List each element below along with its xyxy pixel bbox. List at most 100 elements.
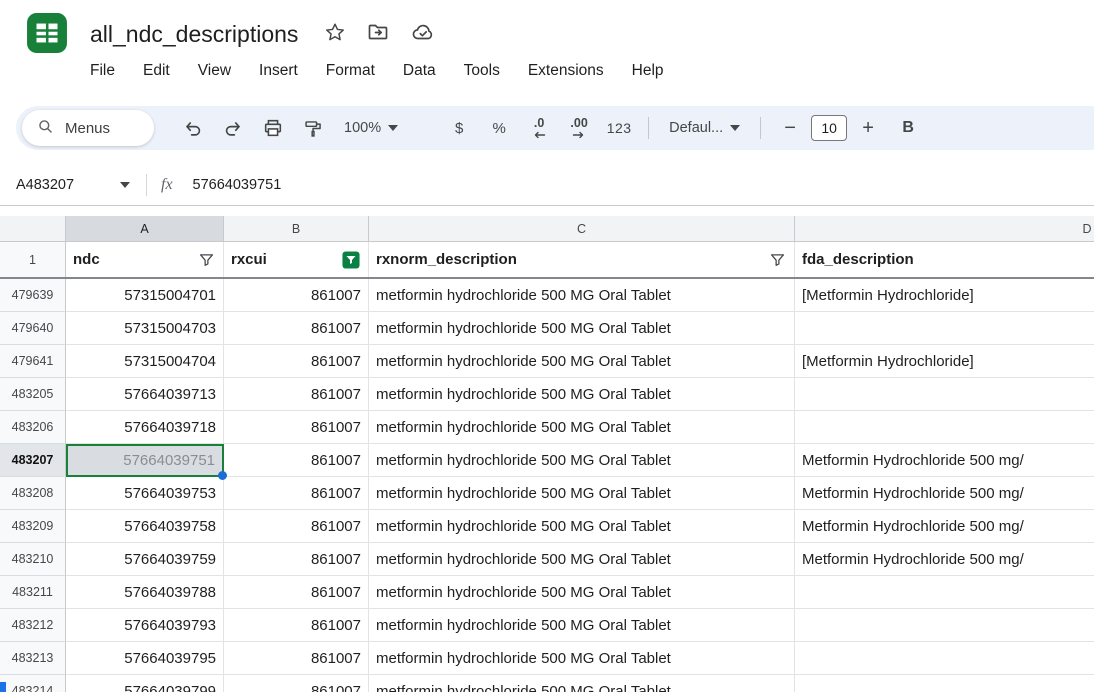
menus-search-button[interactable]: Menus (22, 110, 154, 146)
cell-rxcui-header[interactable]: rxcui (224, 242, 369, 277)
print-icon[interactable] (254, 110, 292, 146)
cell-fda-description[interactable]: [Metformin Hydrochloride] (795, 279, 1094, 312)
cell-fda-description[interactable]: Metformin Hydrochloride 500 mg/ (795, 510, 1094, 543)
more-number-formats-button[interactable]: 123 (600, 110, 638, 146)
increase-decimal-button[interactable]: .00 (560, 110, 598, 146)
column-header-d[interactable]: D (795, 216, 1094, 242)
row-header[interactable]: 479641 (0, 345, 66, 378)
cell-rxcui[interactable]: 861007 (224, 609, 369, 642)
star-icon[interactable] (324, 21, 346, 48)
cell-rxnorm-description[interactable]: metformin hydrochloride 500 MG Oral Tabl… (369, 510, 795, 543)
undo-button[interactable] (174, 110, 212, 146)
cell-rxnorm-description[interactable]: metformin hydrochloride 500 MG Oral Tabl… (369, 675, 795, 692)
cell-rxnorm-description[interactable]: metformin hydrochloride 500 MG Oral Tabl… (369, 576, 795, 609)
cell-ndc[interactable]: 57664039758 (66, 510, 224, 543)
menu-data[interactable]: Data (403, 62, 436, 80)
cell-rxcui[interactable]: 861007 (224, 510, 369, 543)
cell-fda-description[interactable]: Metformin Hydrochloride 500 mg/ (795, 444, 1094, 477)
row-header[interactable]: 483209 (0, 510, 66, 543)
cell-fda-header[interactable]: fda_description (795, 242, 1094, 277)
cell-fda-description[interactable] (795, 312, 1094, 345)
column-header-b[interactable]: B (224, 216, 369, 242)
menu-edit[interactable]: Edit (143, 62, 170, 80)
cell-rxcui[interactable]: 861007 (224, 411, 369, 444)
menu-help[interactable]: Help (632, 62, 664, 80)
row-header[interactable]: 483207 (0, 444, 66, 477)
cell-rxnorm-description[interactable]: metformin hydrochloride 500 MG Oral Tabl… (369, 411, 795, 444)
filter-icon[interactable] (198, 251, 215, 268)
cell-rxnorm-description[interactable]: metformin hydrochloride 500 MG Oral Tabl… (369, 345, 795, 378)
row-header[interactable]: 483214 (0, 675, 66, 692)
cell-rxcui[interactable]: 861007 (224, 675, 369, 692)
column-header-c[interactable]: C (369, 216, 795, 242)
row-header[interactable]: 483212 (0, 609, 66, 642)
cell-ndc[interactable]: 57664039788 (66, 576, 224, 609)
bold-button[interactable]: B (889, 110, 927, 146)
cell-rxcui[interactable]: 861007 (224, 642, 369, 675)
decrease-decimal-button[interactable]: .0 (520, 110, 558, 146)
cell-fda-description[interactable]: Metformin Hydrochloride 500 mg/ (795, 477, 1094, 510)
cell-rxcui[interactable]: 861007 (224, 543, 369, 576)
cell-ndc[interactable]: 57664039713 (66, 378, 224, 411)
cell-rxnorm-description[interactable]: metformin hydrochloride 500 MG Oral Tabl… (369, 609, 795, 642)
increase-font-size-button[interactable]: + (849, 110, 887, 146)
cell-ndc-header[interactable]: ndc (66, 242, 224, 277)
fill-handle[interactable] (218, 471, 227, 480)
cell-fda-description[interactable]: [Metformin Hydrochloride] (795, 345, 1094, 378)
menu-insert[interactable]: Insert (259, 62, 298, 80)
cell-ndc[interactable]: 57664039795 (66, 642, 224, 675)
menu-file[interactable]: File (90, 62, 115, 80)
column-header-a[interactable]: A (66, 216, 224, 242)
cell-ndc[interactable]: 57664039759 (66, 543, 224, 576)
cell-fda-description[interactable] (795, 576, 1094, 609)
cell-rxnorm-description[interactable]: metformin hydrochloride 500 MG Oral Tabl… (369, 279, 795, 312)
row-header[interactable]: 483206 (0, 411, 66, 444)
cell-rxnorm-description[interactable]: metformin hydrochloride 500 MG Oral Tabl… (369, 312, 795, 345)
cell-rxnorm-description[interactable]: metformin hydrochloride 500 MG Oral Tabl… (369, 543, 795, 576)
cell-rxcui[interactable]: 861007 (224, 378, 369, 411)
cell-rxnorm-description[interactable]: metformin hydrochloride 500 MG Oral Tabl… (369, 477, 795, 510)
cell-fda-description[interactable] (795, 378, 1094, 411)
cloud-saved-icon[interactable] (410, 20, 436, 49)
cell-rxcui[interactable]: 861007 (224, 576, 369, 609)
menu-view[interactable]: View (198, 62, 231, 80)
menu-format[interactable]: Format (326, 62, 375, 80)
row-header[interactable]: 483213 (0, 642, 66, 675)
cell-rxcui[interactable]: 861007 (224, 279, 369, 312)
cell-rxnorm-header[interactable]: rxnorm_description (369, 242, 795, 277)
font-family-select[interactable]: Defaul... (659, 110, 750, 146)
menu-tools[interactable]: Tools (464, 62, 500, 80)
cell-rxcui[interactable]: 861007 (224, 444, 369, 477)
cell-ndc[interactable]: 57664039799 (66, 675, 224, 692)
font-size-input[interactable]: 10 (811, 115, 847, 141)
cell-ndc[interactable]: 57664039793 (66, 609, 224, 642)
cell-rxcui[interactable]: 861007 (224, 345, 369, 378)
redo-button[interactable] (214, 110, 252, 146)
cell-fda-description[interactable] (795, 642, 1094, 675)
sheets-logo-icon[interactable] (26, 12, 68, 54)
row-header[interactable]: 1 (0, 242, 66, 277)
row-header[interactable]: 483205 (0, 378, 66, 411)
cell-ndc[interactable]: 57315004701 (66, 279, 224, 312)
cell-rxnorm-description[interactable]: metformin hydrochloride 500 MG Oral Tabl… (369, 642, 795, 675)
row-header[interactable]: 483210 (0, 543, 66, 576)
format-percent-button[interactable]: % (480, 110, 518, 146)
cell-ndc[interactable]: 57664039751 (66, 444, 224, 477)
cell-fda-description[interactable]: Metformin Hydrochloride 500 mg/ (795, 543, 1094, 576)
formula-input[interactable]: 57664039751 (193, 177, 282, 193)
cell-ndc[interactable]: 57664039753 (66, 477, 224, 510)
name-box[interactable]: A483207 (16, 177, 138, 193)
cell-ndc[interactable]: 57664039718 (66, 411, 224, 444)
cell-fda-description[interactable] (795, 609, 1094, 642)
cell-fda-description[interactable] (795, 411, 1094, 444)
cell-fda-description[interactable] (795, 675, 1094, 692)
zoom-select[interactable]: 100% (334, 110, 408, 146)
decrease-font-size-button[interactable]: − (771, 110, 809, 146)
select-all-corner[interactable] (0, 216, 66, 242)
cell-ndc[interactable]: 57315004703 (66, 312, 224, 345)
cell-rxcui[interactable]: 861007 (224, 477, 369, 510)
row-header[interactable]: 483208 (0, 477, 66, 510)
row-header[interactable]: 483211 (0, 576, 66, 609)
cell-rxnorm-description[interactable]: metformin hydrochloride 500 MG Oral Tabl… (369, 378, 795, 411)
row-header[interactable]: 479640 (0, 312, 66, 345)
